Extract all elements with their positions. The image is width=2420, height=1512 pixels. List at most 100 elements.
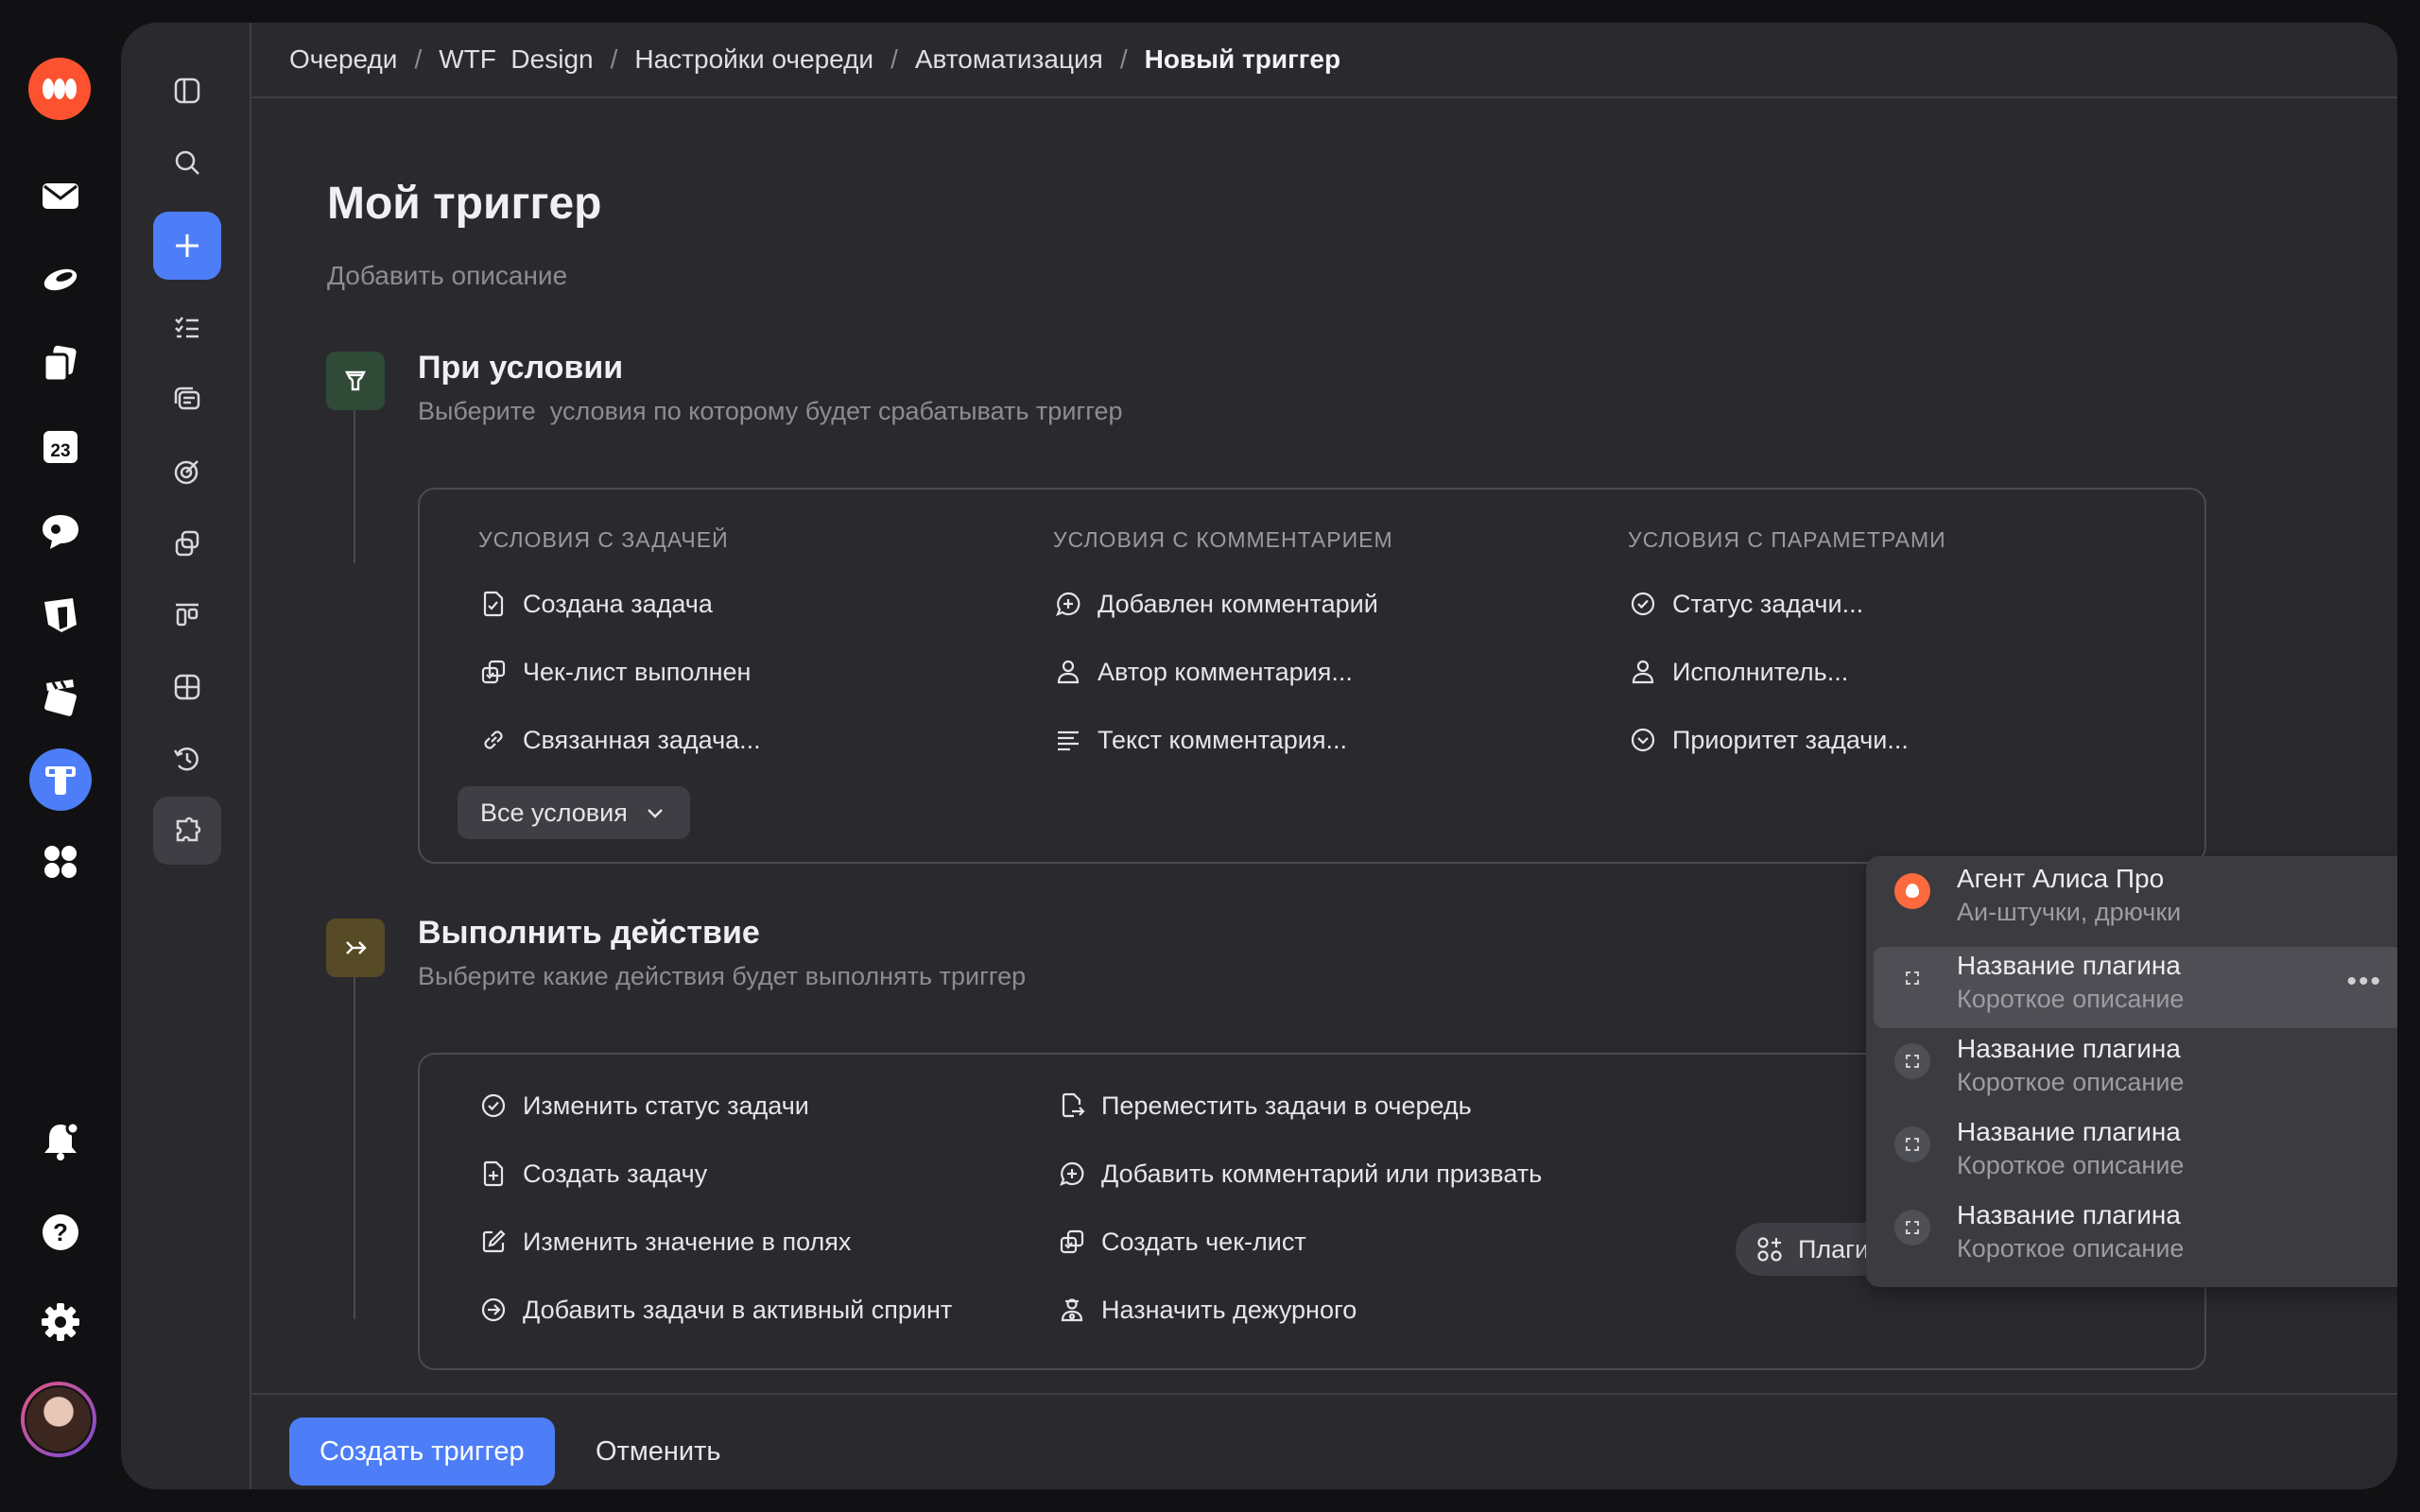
clapper-icon[interactable] — [30, 667, 91, 728]
condition-priority[interactable]: Приоритет задачи... — [1628, 706, 1946, 774]
timeline-line — [354, 410, 355, 563]
filter-icon — [326, 352, 385, 410]
breadcrumb-queue[interactable]: WTF Design — [439, 44, 593, 75]
breadcrumb-current: Новый триггер — [1144, 44, 1341, 74]
plugin-item[interactable]: Название плагина Короткое описание ••• — [1874, 947, 2397, 1028]
docs-icon[interactable] — [30, 333, 91, 393]
plugin-item[interactable]: Название плагина Короткое описание — [1874, 1196, 2397, 1278]
link-icon — [484, 730, 503, 749]
action-edit-fields[interactable]: Изменить значение в полях — [478, 1208, 952, 1276]
goals-icon[interactable] — [153, 438, 221, 506]
boards-icon[interactable] — [153, 581, 221, 649]
description-placeholder[interactable]: Добавить описание — [327, 261, 567, 291]
plugin-placeholder-icon — [1894, 1210, 1930, 1246]
condition-task-status[interactable]: Статус задачи... — [1628, 570, 1946, 638]
action-move-to-queue[interactable]: Переместить задачи в очередь — [1057, 1072, 1542, 1140]
mail-icon[interactable] — [30, 165, 91, 226]
condition-step-title: При условии — [418, 350, 624, 386]
search-icon[interactable] — [153, 129, 221, 197]
breadcrumb-queues[interactable]: Очереди — [289, 44, 397, 75]
queues-icon[interactable] — [153, 366, 221, 434]
comment-plus-icon — [1060, 1161, 1084, 1186]
svg-text:?: ? — [53, 1218, 68, 1246]
task-file-icon — [483, 591, 504, 617]
check-circle-icon — [481, 1093, 506, 1118]
text-lines-icon — [1058, 730, 1079, 751]
user-avatar[interactable] — [21, 1382, 96, 1457]
cancel-button[interactable]: Отменить — [596, 1418, 721, 1486]
tracker-sidebar — [121, 23, 251, 1489]
file-plus-icon — [483, 1160, 504, 1187]
column-heading: УСЛОВИЯ С ПАРАМЕТРАМИ — [1628, 527, 1946, 552]
conditions-card: УСЛОВИЯ С ЗАДАЧЕЙ Создана задача Чек-лис… — [418, 488, 2206, 864]
breadcrumb-separator: / — [890, 44, 898, 74]
condition-comment-author[interactable]: Автор комментария... — [1053, 638, 1393, 706]
condition-task-created[interactable]: Создана задача — [478, 570, 761, 638]
action-create-checklist[interactable]: Создать чек-лист — [1057, 1208, 1542, 1276]
check-circle-icon — [1631, 592, 1655, 616]
condition-comment-added[interactable]: Добавлен комментарий — [1053, 570, 1393, 638]
projects-icon[interactable] — [153, 509, 221, 577]
tracker-window: Очереди / WTF Design / Настройки очереди… — [121, 23, 2397, 1489]
edit-icon — [482, 1229, 506, 1253]
plugin-placeholder-icon — [1894, 960, 1930, 996]
comment-conditions-column: УСЛОВИЯ С КОММЕНТАРИЕМ Добавлен коммента… — [1053, 527, 1393, 774]
breadcrumb-queue-settings[interactable]: Настройки очереди — [634, 44, 873, 75]
action-assign-on-duty[interactable]: Назначить дежурного — [1057, 1276, 1542, 1344]
alice-icon — [1894, 873, 1930, 909]
action-add-to-sprint[interactable]: Добавить задачи в активный спринт — [478, 1276, 952, 1344]
app-rail: 23 ? — [0, 0, 121, 1512]
plugin-placeholder-icon — [1894, 1043, 1930, 1079]
bell-icon[interactable] — [30, 1110, 91, 1171]
action-step-title: Выполнить действие — [418, 915, 760, 951]
create-trigger-button[interactable]: Создать триггер — [289, 1418, 555, 1486]
notes-icon[interactable] — [30, 584, 91, 644]
column-heading: УСЛОВИЯ С КОММЕНТАРИЕМ — [1053, 527, 1393, 552]
create-plus-button[interactable] — [153, 212, 221, 280]
messenger-icon[interactable] — [30, 501, 91, 561]
chevron-circle-icon — [1631, 728, 1655, 752]
tasks-icon[interactable] — [153, 294, 221, 362]
help-icon[interactable]: ? — [30, 1202, 91, 1263]
condition-linked-task[interactable]: Связанная задача... — [478, 706, 761, 774]
actions-column-1: Изменить статус задачи Создать задачу Из… — [478, 1072, 952, 1344]
breadcrumb-separator: / — [1119, 44, 1128, 74]
plugin-item[interactable]: Название плагина Короткое описание — [1874, 1113, 2397, 1194]
more-options-icon[interactable]: ••• — [2346, 966, 2382, 998]
action-step-subtitle: Выберите какие действия будет выполнять … — [418, 962, 1027, 990]
apps-icon[interactable] — [30, 832, 91, 892]
action-add-comment[interactable]: Добавить комментарий или призвать — [1057, 1140, 1542, 1208]
page-title[interactable]: Мой триггер — [327, 178, 601, 230]
settings-icon[interactable] — [30, 1292, 91, 1352]
dashboards-icon[interactable] — [153, 653, 221, 721]
yandex-360-logo-icon[interactable] — [28, 58, 91, 120]
all-conditions-dropdown[interactable]: Все условия — [458, 786, 690, 839]
arrow-right-double-icon — [326, 919, 385, 977]
breadcrumb-automation[interactable]: Автоматизация — [915, 44, 1103, 75]
panel-toggle-icon[interactable] — [153, 57, 221, 125]
history-icon[interactable] — [153, 725, 221, 793]
chevron-down-icon — [647, 809, 663, 818]
person-icon — [1632, 660, 1654, 684]
svg-text:23: 23 — [50, 441, 70, 461]
breadcrumb-separator: / — [414, 44, 423, 74]
condition-assignee[interactable]: Исполнитель... — [1628, 638, 1946, 706]
tracker-icon[interactable] — [29, 748, 92, 811]
plugins-icon[interactable] — [153, 797, 221, 865]
plugins-grid-icon — [1757, 1237, 1782, 1262]
action-create-task[interactable]: Создать задачу — [478, 1140, 952, 1208]
condition-checklist-done[interactable]: Чек-лист выполнен — [478, 638, 761, 706]
checklist-icon — [1060, 1229, 1084, 1254]
checklist-icon — [481, 660, 506, 684]
disk-icon[interactable] — [30, 249, 91, 309]
plugin-item[interactable]: Название плагина Короткое описание — [1874, 1030, 2397, 1111]
person-icon — [1057, 660, 1080, 684]
arrow-circle-icon — [481, 1297, 506, 1322]
action-change-status[interactable]: Изменить статус задачи — [478, 1072, 952, 1140]
calendar-icon[interactable]: 23 — [30, 416, 91, 476]
plugin-item[interactable]: Агент Алиса Про Аи-штучки, дрючки — [1874, 860, 2397, 941]
file-move-icon — [1062, 1092, 1085, 1118]
trigger-editor: Мой триггер Добавить описание При услови… — [251, 98, 2397, 1395]
actions-column-2: Переместить задачи в очередь Добавить ко… — [1057, 1072, 1542, 1344]
condition-comment-text[interactable]: Текст комментария... — [1053, 706, 1393, 774]
